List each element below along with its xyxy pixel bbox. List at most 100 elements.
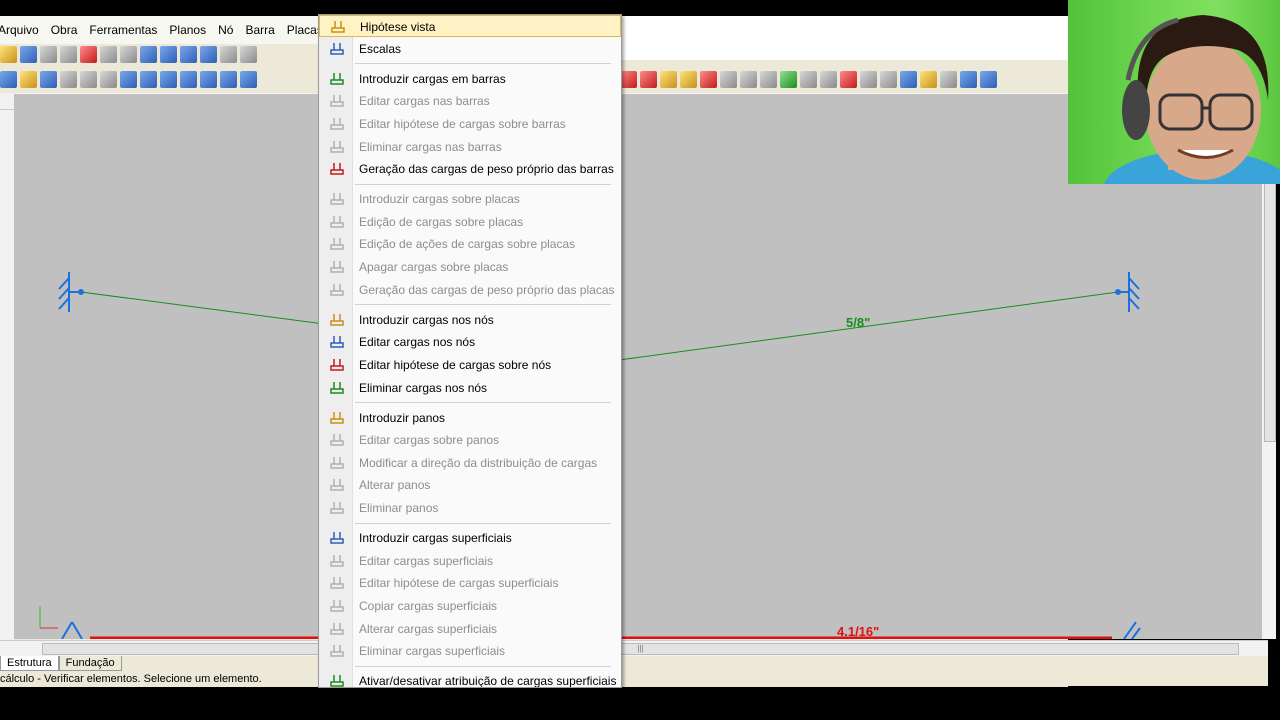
pencil-icon[interactable] xyxy=(860,70,877,88)
axis-icon[interactable] xyxy=(200,70,217,88)
bar-hyp-toolbar-icon[interactable] xyxy=(740,70,757,88)
panel-delete-icon xyxy=(329,500,345,516)
width-icon[interactable] xyxy=(220,70,237,88)
frame-icon[interactable] xyxy=(900,70,917,88)
arrows-icon[interactable] xyxy=(880,70,897,88)
grid-icon[interactable] xyxy=(100,70,117,88)
menu-item-node-load-edit[interactable]: Editar cargas nos nós xyxy=(319,331,621,353)
bottom-scrollbar[interactable]: ||| xyxy=(0,640,1268,656)
node-icon[interactable] xyxy=(40,70,57,88)
tab-estrutura[interactable]: Estrutura xyxy=(0,656,59,671)
menu-item-label: Geração das cargas de peso próprio das p… xyxy=(359,282,615,297)
refresh-icon[interactable] xyxy=(200,45,217,63)
menu-item-surface-copy: Copiar cargas superficiais xyxy=(319,595,621,617)
left-scrollbar[interactable] xyxy=(0,110,14,640)
menu-item-scale[interactable]: Escalas xyxy=(319,38,621,60)
redo-icon[interactable] xyxy=(120,45,137,63)
menu-item-node-hypothesis[interactable]: Editar hipótese de cargas sobre nós xyxy=(319,354,621,376)
open-icon[interactable] xyxy=(0,45,17,63)
bottom-scroll-thumb[interactable]: ||| xyxy=(42,643,1239,655)
menu-item-hypothesis[interactable]: Hipótese vista xyxy=(319,15,621,37)
render-icon[interactable] xyxy=(20,70,37,88)
zoom-previous-icon[interactable] xyxy=(180,45,197,63)
node-gray-icon[interactable] xyxy=(60,70,77,88)
scale-toolbar-icon[interactable] xyxy=(680,70,697,88)
plate-weight-icon xyxy=(329,282,345,298)
zoom-all-icon[interactable] xyxy=(160,45,177,63)
hypothesis-toolbar-icon[interactable] xyxy=(660,70,677,88)
magnet-icon[interactable] xyxy=(80,45,97,63)
panel-add-icon xyxy=(329,410,345,426)
view-icon[interactable] xyxy=(0,70,17,88)
menu-item-surface-toggle[interactable]: Ativar/desativar atribuição de cargas su… xyxy=(319,670,621,687)
undo-icon[interactable] xyxy=(100,45,117,63)
menu-barra[interactable]: Barra xyxy=(239,23,280,37)
save-icon[interactable] xyxy=(20,45,37,63)
active-tool-icon[interactable] xyxy=(980,70,997,88)
menu-planos[interactable]: Planos xyxy=(163,23,212,37)
support-left-bottom xyxy=(61,621,83,639)
report-icon[interactable] xyxy=(60,45,77,63)
section-icon[interactable] xyxy=(160,70,177,88)
menu-item-label: Eliminar cargas nas barras xyxy=(359,139,502,154)
menu-arquivo[interactable]: Arquivo xyxy=(0,23,45,37)
select-icon[interactable] xyxy=(780,70,797,88)
scale-icon xyxy=(329,41,345,57)
axis-indicator xyxy=(39,606,58,629)
load-arrow-icon[interactable] xyxy=(620,70,637,88)
menu-item-label: Editar hipótese de cargas sobre barras xyxy=(359,116,566,131)
pointer-icon[interactable] xyxy=(800,70,817,88)
menu-item-label: Editar cargas nas barras xyxy=(359,94,490,109)
pan-hand-icon[interactable] xyxy=(240,45,257,63)
menu-item-label: Introduzir cargas superficiais xyxy=(359,531,512,546)
bar-delete-toolbar-icon[interactable] xyxy=(760,70,777,88)
dimension-icon[interactable] xyxy=(180,70,197,88)
menu-item-node-load-add[interactable]: Introduzir cargas nos nós xyxy=(319,309,621,331)
menu-item-bar-load-add[interactable]: Introduzir cargas em barras xyxy=(319,68,621,90)
print-icon[interactable] xyxy=(40,45,57,63)
bar-icon[interactable] xyxy=(140,70,157,88)
arrow-icon[interactable] xyxy=(820,70,837,88)
menu-item-panel-add[interactable]: Introduzir panos xyxy=(319,407,621,429)
menu-item-bar-hypothesis: Editar hipótese de cargas sobre barras xyxy=(319,113,621,135)
menu-ferramentas[interactable]: Ferramentas xyxy=(83,23,163,37)
plate-load-edit-icon xyxy=(329,214,345,230)
bar-load-toolbar-icon[interactable] xyxy=(700,70,717,88)
bottom-bar-label: 4.1/16" xyxy=(837,624,879,639)
bar-edit-toolbar-icon[interactable] xyxy=(720,70,737,88)
truss-icon[interactable] xyxy=(940,70,957,88)
surface-copy-icon xyxy=(329,598,345,614)
load-point-icon[interactable] xyxy=(640,70,657,88)
self-weight-icon xyxy=(329,161,345,177)
menu-item-surface-modify: Alterar cargas superficiais xyxy=(319,618,621,640)
webcam-overlay xyxy=(1068,0,1280,184)
top-bar-left xyxy=(80,291,325,325)
menu-item-label: Editar cargas sobre panos xyxy=(359,433,500,448)
menu-item-plate-load-add: Introduzir cargas sobre placas xyxy=(319,188,621,210)
menu-item-label: Geração das cargas de peso próprio das b… xyxy=(359,162,614,177)
move-icon[interactable] xyxy=(120,70,137,88)
menu-obra[interactable]: Obra xyxy=(45,23,84,37)
node-load-edit-icon xyxy=(329,334,345,350)
color-icon[interactable] xyxy=(840,70,857,88)
curve-icon[interactable] xyxy=(960,70,977,88)
right-scrollbar[interactable] xyxy=(1262,109,1276,639)
zoom-icon[interactable] xyxy=(220,45,237,63)
tab-fundacao[interactable]: Fundação xyxy=(58,656,122,671)
menu-item-plate-weight: Geração das cargas de peso próprio das p… xyxy=(319,279,621,301)
snap-icon[interactable] xyxy=(80,70,97,88)
column-icon[interactable] xyxy=(240,70,257,88)
bar-load-edit-icon xyxy=(329,93,345,109)
toolbar-standard xyxy=(0,42,320,66)
menu-item-label: Editar cargas nos nós xyxy=(359,335,476,350)
menu-nó[interactable]: Nó xyxy=(212,23,239,37)
zoom-window-icon[interactable] xyxy=(140,45,157,63)
menu-item-node-load-delete[interactable]: Eliminar cargas nos nós xyxy=(319,377,621,399)
menu-item-surface-load-add[interactable]: Introduzir cargas superficiais xyxy=(319,527,621,549)
beam-icon[interactable] xyxy=(920,70,937,88)
menu-item-bar-load-delete: Eliminar cargas nas barras xyxy=(319,136,621,158)
panel-edit-icon xyxy=(329,432,345,448)
menu-separator xyxy=(355,402,611,404)
menu-item-label: Hipótese vista xyxy=(360,20,436,34)
menu-item-self-weight[interactable]: Geração das cargas de peso próprio das b… xyxy=(319,158,621,180)
